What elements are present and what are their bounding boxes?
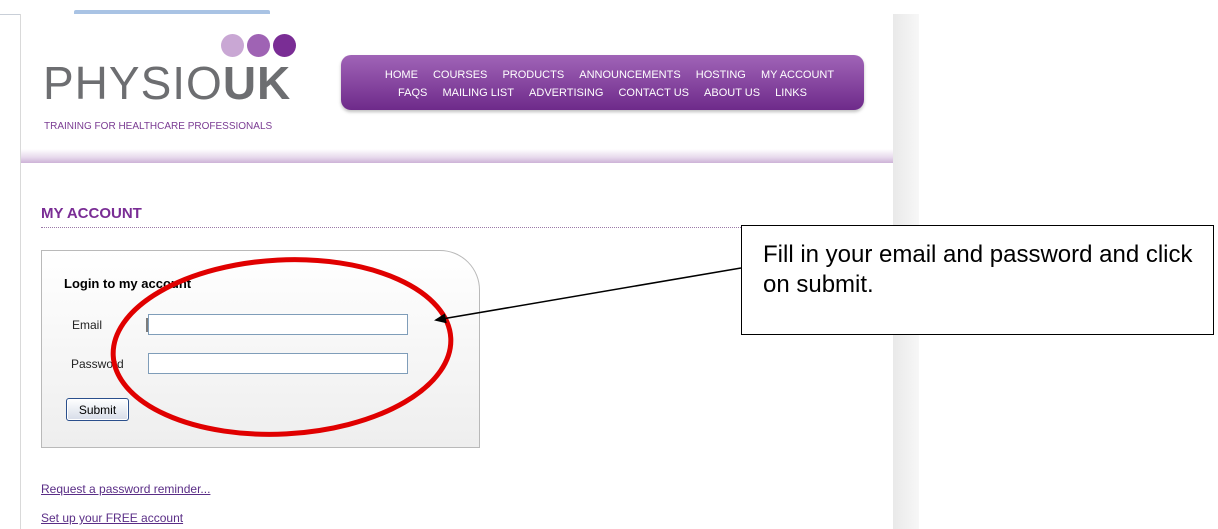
annotation-callout-text: Fill in your email and password and clic… bbox=[763, 241, 1193, 298]
logo-text-physio: PHYSIO bbox=[43, 57, 223, 109]
nav-faqs[interactable]: FAQS bbox=[398, 87, 427, 99]
login-panel: Login to my account Email Password Submi… bbox=[41, 250, 480, 448]
nav-row-2: FAQS MAILING LIST ADVERTISING CONTACT US… bbox=[341, 87, 864, 99]
annotation-callout-box: Fill in your email and password and clic… bbox=[741, 225, 1214, 335]
nav-contact-us[interactable]: CONTACT US bbox=[618, 87, 689, 99]
nav-row-1: HOME COURSES PRODUCTS ANNOUNCEMENTS HOST… bbox=[341, 69, 864, 81]
main-navigation: HOME COURSES PRODUCTS ANNOUNCEMENTS HOST… bbox=[341, 55, 864, 110]
nav-announcements[interactable]: ANNOUNCEMENTS bbox=[579, 69, 680, 81]
nav-about-us[interactable]: ABOUT US bbox=[704, 87, 760, 99]
browser-chrome-strip bbox=[0, 0, 918, 15]
nav-home[interactable]: HOME bbox=[385, 69, 418, 81]
password-label: Password bbox=[71, 357, 124, 371]
login-heading: Login to my account bbox=[64, 276, 192, 291]
logo-dot-light bbox=[221, 34, 244, 57]
nav-advertising[interactable]: ADVERTISING bbox=[529, 87, 603, 99]
site-header: PHYSIOUK TRAINING FOR HEALTHCARE PROFESS… bbox=[21, 14, 893, 163]
free-account-link[interactable]: Set up your FREE account bbox=[41, 511, 183, 525]
email-field[interactable] bbox=[148, 314, 408, 335]
nav-courses[interactable]: COURSES bbox=[433, 69, 487, 81]
site-logo[interactable]: PHYSIOUK bbox=[43, 60, 291, 106]
logo-dot-medium bbox=[247, 34, 270, 57]
header-divider-band bbox=[21, 149, 893, 163]
site-tagline: TRAINING FOR HEALTHCARE PROFESSIONALS bbox=[44, 121, 273, 132]
email-label: Email bbox=[72, 318, 103, 332]
nav-my-account[interactable]: MY ACCOUNT bbox=[761, 69, 834, 81]
submit-button[interactable]: Submit bbox=[66, 398, 129, 421]
nav-mailing-list[interactable]: MAILING LIST bbox=[442, 87, 514, 99]
nav-links[interactable]: LINKS bbox=[775, 87, 807, 99]
page-title: MY ACCOUNT bbox=[41, 205, 142, 222]
password-reminder-link[interactable]: Request a password reminder... bbox=[41, 482, 210, 496]
nav-products[interactable]: PRODUCTS bbox=[502, 69, 564, 81]
password-field[interactable] bbox=[148, 353, 408, 374]
logo-text-uk: UK bbox=[222, 57, 292, 109]
logo-dot-dark bbox=[273, 34, 296, 57]
nav-hosting[interactable]: HOSTING bbox=[696, 69, 746, 81]
